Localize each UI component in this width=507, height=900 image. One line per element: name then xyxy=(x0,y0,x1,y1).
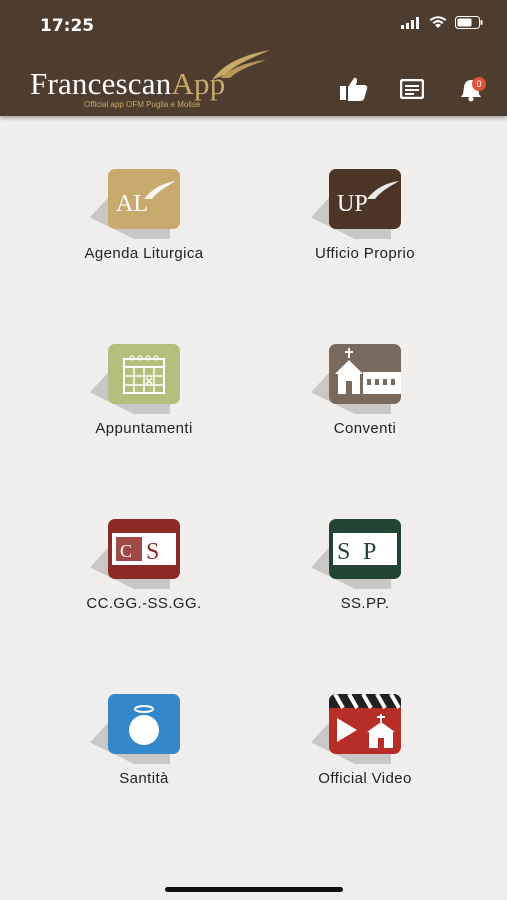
tile-icon-box xyxy=(311,694,415,766)
tile-label: Ufficio Proprio xyxy=(315,245,415,262)
status-time: 17:25 xyxy=(40,16,95,36)
app-header: 17:25 FrancescanApp Official app OFM Pug… xyxy=(0,0,507,116)
tile-icon-box: UP xyxy=(311,169,415,241)
tile-ccgg-ssgg[interactable]: C S CC.GG.-SS.GG. xyxy=(54,519,234,629)
tile-appuntamenti[interactable]: Appuntamenti xyxy=(54,344,234,454)
logo-title: FrancescanApp xyxy=(30,66,225,102)
status-icons xyxy=(401,16,483,34)
thumbs-up-icon xyxy=(340,77,368,101)
al-monogram: AL xyxy=(116,191,148,217)
tile-icon-box: AL xyxy=(90,169,194,241)
tile-agenda-liturgica[interactable]: AL Agenda Liturgica xyxy=(54,169,234,279)
logo-title-part1: Francescan xyxy=(30,66,172,101)
news-button[interactable] xyxy=(399,78,425,104)
tile-label: Conventi xyxy=(333,420,397,437)
logo-subtitle: Official app OFM Puglia e Molise xyxy=(84,100,201,109)
tile-official-video[interactable]: Official Video xyxy=(275,694,455,804)
app-logo: FrancescanApp Official app OFM Puglia e … xyxy=(30,48,280,109)
battery-icon xyxy=(455,16,483,34)
logo-title-part2: App xyxy=(171,66,226,101)
tile-label: Agenda Liturgica xyxy=(84,245,204,262)
tile-label: SS.PP. xyxy=(340,595,390,612)
up-monogram: UP xyxy=(337,191,368,217)
tile-icon-box xyxy=(311,344,415,416)
up-icon: UP xyxy=(329,169,401,229)
tile-conventi[interactable]: Conventi xyxy=(275,344,455,454)
sp-monogram-p: P xyxy=(363,539,376,565)
home-indicator[interactable] xyxy=(165,887,343,892)
tile-ufficio-proprio[interactable]: UP Ufficio Proprio xyxy=(275,169,455,279)
like-button[interactable] xyxy=(339,76,369,107)
sp-icon: S P xyxy=(329,519,401,579)
tile-santita[interactable]: Santità xyxy=(54,694,234,804)
cs-monogram-s: S xyxy=(146,539,159,565)
cs-icon: C S xyxy=(108,519,180,579)
tile-sspp[interactable]: S P SS.PP. xyxy=(275,519,455,629)
wifi-icon xyxy=(429,16,447,34)
church-icon xyxy=(329,344,401,404)
sp-monogram-s: S xyxy=(337,539,350,565)
tile-icon-box: S P xyxy=(311,519,415,591)
cs-monogram-c: C xyxy=(120,541,132,561)
halo-icon xyxy=(108,694,180,754)
al-icon: AL xyxy=(108,169,180,229)
tile-icon-box xyxy=(90,344,194,416)
tile-icon-box xyxy=(90,694,194,766)
calendar-icon xyxy=(108,344,180,404)
tile-label: CC.GG.-SS.GG. xyxy=(86,595,202,612)
tile-label: Official Video xyxy=(318,770,412,787)
video-icon xyxy=(329,694,401,754)
notification-badge: 0 xyxy=(472,77,486,91)
signal-icon xyxy=(401,16,421,34)
tile-label: Appuntamenti xyxy=(95,420,193,437)
tile-icon-box: C S xyxy=(90,519,194,591)
tile-label: Santità xyxy=(119,770,169,787)
news-card-icon xyxy=(399,78,425,100)
